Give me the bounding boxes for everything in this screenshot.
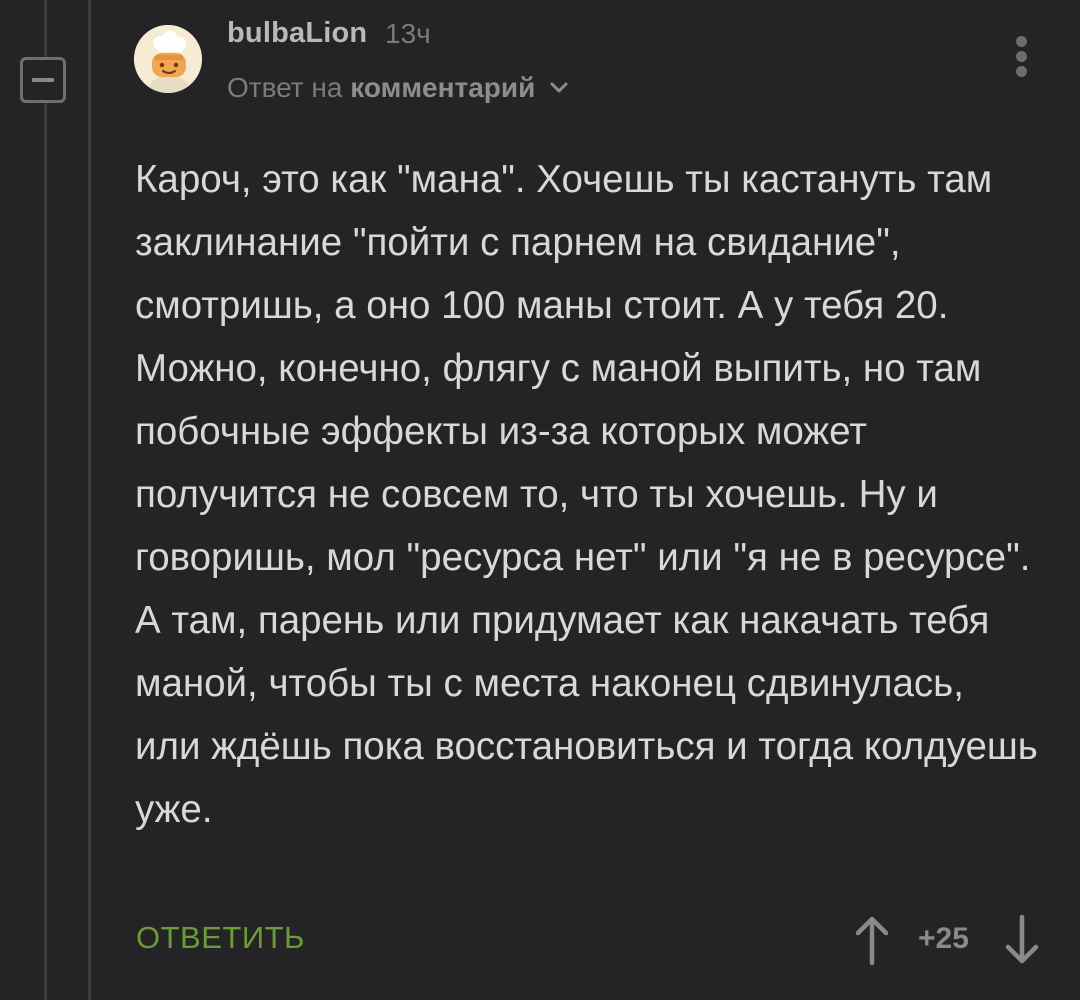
comment-author[interactable]: bulbaLion — [227, 17, 367, 50]
chevron-down-icon[interactable] — [549, 81, 569, 95]
thread-line — [44, 0, 47, 1000]
chef-avatar-icon — [134, 25, 202, 93]
more-options-button[interactable] — [1010, 34, 1034, 80]
comment-text: Кароч, это как "мана". Хочешь ты кастану… — [135, 158, 1038, 831]
vertical-dots-icon-dot — [1016, 51, 1027, 62]
reply-button[interactable]: ОТВЕТИТЬ — [136, 920, 305, 956]
vertical-dots-icon — [1016, 36, 1027, 47]
parent-comment-link[interactable]: комментарий — [350, 72, 535, 103]
arrow-up-icon[interactable] — [852, 913, 892, 967]
reply-to-line: Ответ на комментарий — [227, 72, 569, 104]
comment-rating: +25 — [918, 922, 969, 955]
minus-square-icon — [32, 78, 54, 82]
reply-to-prefix: Ответ на — [227, 72, 343, 103]
arrow-down-icon[interactable] — [1002, 913, 1042, 967]
vertical-dots-icon-dot — [1016, 66, 1027, 77]
comment-timestamp: 13ч — [385, 18, 431, 49]
avatar[interactable] — [134, 25, 202, 93]
thread-line — [88, 0, 91, 1000]
collapse-thread-button[interactable] — [20, 57, 66, 103]
